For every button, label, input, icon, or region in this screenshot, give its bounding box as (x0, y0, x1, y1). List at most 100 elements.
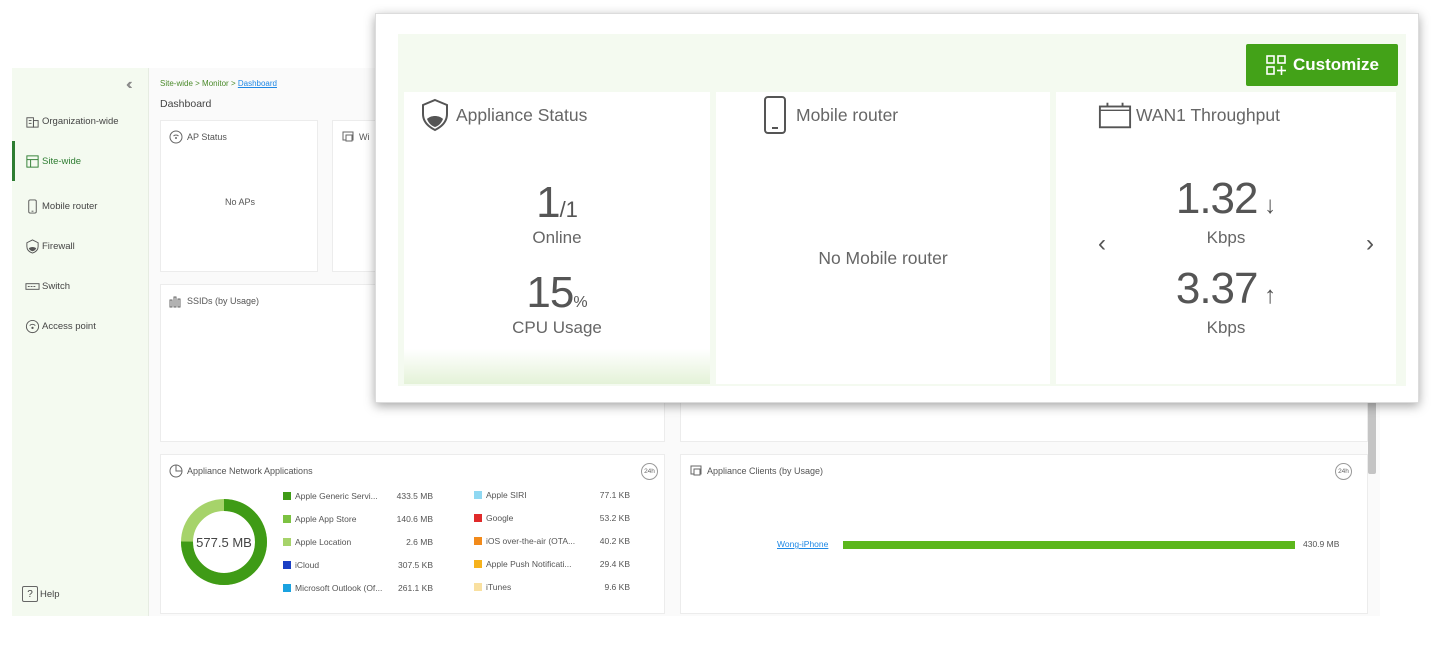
legend-swatch (474, 514, 482, 522)
legend-label: Apple App Store (295, 514, 357, 524)
bar-chart-icon (169, 294, 183, 308)
legend-value: 140.6 MB (396, 514, 433, 524)
applications-card: Appliance Network Applications 24h 577.5… (160, 454, 665, 614)
sidebar-item-firewall[interactable]: Firewall (12, 226, 149, 266)
shield-icon (418, 96, 452, 134)
card-title: AP Status (169, 130, 227, 144)
legend-item[interactable]: Apple SIRI 77.1 KB (474, 488, 630, 502)
help-label: Help (40, 588, 60, 600)
customize-button[interactable]: Customize (1246, 44, 1398, 86)
site-icon (24, 153, 40, 169)
card-title: Appliance Clients (by Usage) (689, 464, 823, 478)
legend-value: 307.5 KB (398, 560, 433, 570)
legend-value: 9.6 KB (604, 582, 630, 592)
upload-arrow-icon: ↑ (1257, 282, 1277, 309)
firewall-shield-icon (24, 238, 40, 254)
monitor-icon (341, 130, 355, 144)
sidebar-item-access-point[interactable]: Access point (12, 306, 149, 346)
clients-card: Appliance Clients (by Usage) 24h Wong-iP… (680, 454, 1368, 614)
client-usage-value: 430.9 MB (1303, 539, 1340, 549)
legend-item[interactable]: Apple Location 2.6 MB (283, 535, 433, 549)
legend-swatch (283, 515, 291, 523)
legend-swatch (474, 537, 482, 545)
pie-chart-icon (169, 464, 183, 478)
no-mobile-router-text: No Mobile router (818, 248, 948, 268)
sidebar-item-site-wide[interactable]: Site-wide (12, 141, 149, 181)
card-title: SSIDs (by Usage) (169, 294, 259, 308)
legend-label: iOS over-the-air (OTA... (486, 536, 576, 546)
breadcrumb-site-wide[interactable]: Site-wide (160, 79, 193, 88)
legend-swatch (474, 583, 482, 591)
appliance-status-panel[interactable]: Appliance Status 1/1 Online 15% CPU Usag… (404, 92, 710, 384)
access-point-icon (24, 318, 40, 334)
online-count: 1/1 (536, 178, 578, 227)
legend-item[interactable]: Apple Generic Servi... 433.5 MB (283, 489, 433, 503)
breadcrumb: Site-wide > Monitor > Dashboard (160, 79, 277, 88)
legend-value: 40.2 KB (599, 536, 630, 546)
monitor-icon (689, 464, 703, 478)
upload-unit: Kbps (1206, 318, 1246, 337)
zoomed-overlay: Customize Appliance Status 1/1 Online 15… (375, 13, 1419, 403)
no-aps-text: No APs (224, 197, 255, 207)
online-label: Online (532, 228, 582, 247)
legend-value: 433.5 MB (396, 491, 433, 501)
switch-icon (24, 278, 40, 294)
legend-value: 29.4 KB (599, 559, 630, 569)
client-name-link[interactable]: Wong-iPhone (777, 539, 828, 549)
legend-value: 53.2 KB (599, 513, 630, 523)
legend-label: Apple Location (295, 537, 352, 547)
sidebar-item-label: Firewall (42, 240, 75, 252)
legend-item[interactable]: iOS over-the-air (OTA... 40.2 KB (474, 534, 630, 548)
cpu-usage-value: 15% (526, 268, 588, 317)
sidebar-item-organization[interactable]: Organization-wide (12, 101, 149, 141)
mobile-router-panel[interactable]: Mobile router No Mobile router (716, 92, 1050, 384)
legend-item[interactable]: iCloud 307.5 KB (283, 558, 433, 572)
legend-label: iTunes (486, 582, 512, 592)
mobile-router-icon (24, 198, 40, 214)
legend-label: Google (486, 513, 514, 523)
breadcrumb-dashboard-link[interactable]: Dashboard (238, 79, 277, 88)
ap-status-card: AP Status No APs (160, 120, 318, 272)
legend-value: 2.6 MB (406, 537, 433, 547)
sidebar: ‹‹ Organization-wide Site-wide Mobile ro… (12, 68, 149, 616)
sidebar-item-label: Organization-wide (42, 115, 119, 127)
legend-item[interactable]: iTunes 9.6 KB (474, 580, 630, 594)
sidebar-item-label: Mobile router (42, 200, 98, 212)
help-link[interactable]: ? Help (22, 586, 60, 602)
legend-item[interactable]: Microsoft Outlook (Of... 261.1 KB (283, 581, 433, 595)
time-range-badge[interactable]: 24h (641, 463, 658, 480)
upload-throughput: 3.37 ↑ (1175, 264, 1277, 313)
appliance-icon (1098, 96, 1132, 134)
legend-label: iCloud (295, 560, 320, 570)
wan-throughput-panel[interactable]: WAN1 Throughput ‹ › 1.32 ↓ Kbps 3.37 ↑ K… (1056, 92, 1396, 384)
legend-swatch (283, 492, 291, 500)
card-title: Appliance Network Applications (169, 464, 313, 478)
customize-label: Customize (1293, 55, 1379, 74)
legend-swatch (283, 561, 291, 569)
legend-item[interactable]: Apple App Store 140.6 MB (283, 512, 433, 526)
sidebar-item-switch[interactable]: Switch (12, 266, 149, 306)
panel-title: Appliance Status (418, 96, 587, 134)
legend-label: Apple SIRI (486, 490, 527, 500)
panel-title: Mobile router (758, 96, 898, 134)
mobile-router-icon (758, 96, 792, 134)
legend-value: 77.1 KB (599, 490, 630, 500)
legend-item[interactable]: Google 53.2 KB (474, 511, 630, 525)
legend-label: Microsoft Outlook (Of... (295, 583, 383, 593)
overlay-inner: Customize Appliance Status 1/1 Online 15… (398, 34, 1406, 386)
sidebar-item-mobile-router[interactable]: Mobile router (12, 186, 149, 226)
legend-item[interactable]: Apple Push Notificati... 29.4 KB (474, 557, 630, 571)
download-throughput: 1.32 ↓ (1175, 174, 1277, 223)
breadcrumb-monitor[interactable]: Monitor (202, 79, 229, 88)
donut-total: 577.5 MB (196, 535, 252, 550)
legend-label: Apple Generic Servi... (295, 491, 378, 501)
time-range-badge[interactable]: 24h (1335, 463, 1352, 480)
sidebar-item-label: Access point (42, 320, 96, 332)
help-icon: ? (22, 586, 38, 602)
cpu-usage-label: CPU Usage (512, 318, 602, 337)
legend-value: 261.1 KB (398, 583, 433, 593)
collapse-sidebar-icon[interactable]: ‹‹ (126, 76, 132, 94)
card-title: Wi (341, 130, 370, 144)
page-scrollbar[interactable] (1368, 402, 1376, 474)
legend-swatch (283, 584, 291, 592)
